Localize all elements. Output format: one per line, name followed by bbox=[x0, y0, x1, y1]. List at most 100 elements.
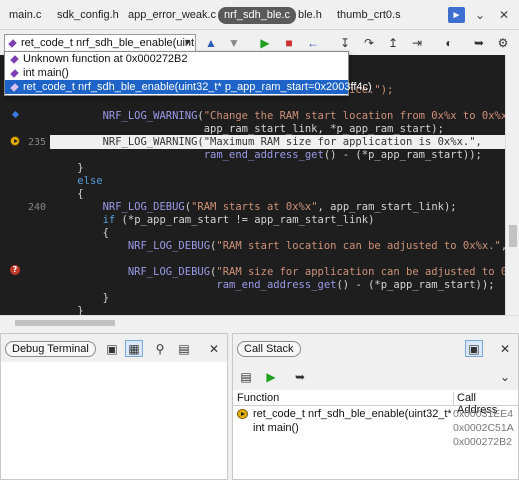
frame-function: ret_code_t nrf_sdh_ble_enable(uint32_t* … bbox=[253, 408, 451, 420]
column-header-call-address[interactable]: Call Address bbox=[453, 392, 518, 416]
chevron-down-icon[interactable]: ⌄ bbox=[496, 368, 514, 385]
step-over-icon[interactable]: ↷ bbox=[360, 35, 378, 51]
scrollbar-thumb[interactable] bbox=[509, 225, 517, 247]
tab-ble-h[interactable]: ble.h bbox=[298, 7, 322, 24]
code-text: } bbox=[52, 305, 84, 315]
options-icon[interactable]: ▤ bbox=[175, 340, 193, 357]
run-to-cursor-icon[interactable]: ⇥ bbox=[408, 35, 426, 51]
code-text: app_ram_start_link, *p_app_ram_start); bbox=[52, 123, 444, 136]
code-text: NRF_LOG_WARNING("Maximum RAM size for ap… bbox=[52, 136, 482, 149]
panel-title[interactable]: Debug Terminal bbox=[5, 341, 96, 357]
settings-icon[interactable]: ⚙ bbox=[494, 35, 512, 51]
step-out-icon[interactable]: ↥ bbox=[384, 35, 402, 51]
editor-vertical-scrollbar[interactable] bbox=[505, 55, 519, 315]
frame-function: int main() bbox=[253, 422, 299, 434]
code-token: NRF_LOG_DEBUG bbox=[102, 201, 185, 213]
step-into-icon[interactable]: ↧ bbox=[336, 35, 354, 51]
function-select[interactable]: ret_code_t nrf_sdh_ble_enable(uint ▼ bbox=[4, 34, 196, 52]
go-to-icon[interactable]: ➥ bbox=[470, 35, 488, 51]
step-down-icon[interactable]: ▼ bbox=[225, 35, 243, 51]
step-up-icon[interactable]: ▲ bbox=[202, 35, 220, 51]
tab-nrf-sdh-ble-c[interactable]: nrf_sdh_ble.c bbox=[218, 7, 297, 24]
code-token: (*p_app_ram_start != app_ram_start_link) bbox=[115, 214, 375, 226]
function-icon bbox=[10, 68, 19, 78]
frame-address: 0x0002C51A bbox=[453, 422, 514, 434]
go-to-icon[interactable]: ➥ bbox=[291, 368, 309, 385]
call-stack-options-icon[interactable]: ▣ bbox=[465, 340, 483, 357]
dropdown-item[interactable]: int main() bbox=[5, 66, 348, 80]
function-icon bbox=[10, 82, 19, 92]
code-token: "RAM start location can be adjusted to 0… bbox=[216, 240, 501, 252]
column-header-function[interactable]: Function bbox=[237, 392, 279, 404]
function-icon bbox=[10, 54, 19, 64]
dropdown-item[interactable]: Unknown function at 0x000272B2 bbox=[5, 52, 348, 66]
frame-icon[interactable]: ▤ bbox=[237, 368, 255, 385]
editor-horizontal-scrollbar[interactable] bbox=[0, 315, 519, 329]
call-stack-row[interactable]: 0x000272B2 bbox=[233, 435, 518, 449]
code-token: if bbox=[102, 214, 116, 226]
error-icon: ? bbox=[10, 265, 20, 275]
code-token: { bbox=[52, 227, 109, 239]
code-text: NRF_LOG_WARNING("Change the RAM start lo… bbox=[52, 110, 505, 123]
chevron-down-icon[interactable]: ⌄ bbox=[470, 6, 490, 24]
line-number: 240 bbox=[27, 202, 46, 213]
code-text: NRF_LOG_DEBUG("RAM start location can be… bbox=[52, 240, 505, 253]
ide-window: main.c sdk_config.h app_error_weak.c nrf… bbox=[0, 0, 519, 480]
dropdown-item-label: ret_code_t nrf_sdh_ble_enable(uint32_t* … bbox=[23, 81, 372, 93]
line-number: 235 bbox=[27, 137, 46, 148]
call-stack-toolbar: ▤ ▶ ➥ ⌄ bbox=[233, 362, 518, 390]
run-icon[interactable]: ▶ bbox=[256, 35, 274, 51]
code-text: } bbox=[52, 162, 83, 175]
code-token: "RAM starts at 0x%x" bbox=[191, 201, 318, 213]
tab-main-c[interactable]: main.c bbox=[9, 7, 41, 24]
filter-icon[interactable]: ▦ bbox=[125, 340, 143, 357]
close-icon[interactable]: ✕ bbox=[205, 340, 223, 357]
function-icon bbox=[8, 38, 17, 48]
code-token: NRF_LOG_WARNING("Maximum RAM size for ap… bbox=[52, 136, 482, 148]
close-icon[interactable]: ✕ bbox=[496, 340, 514, 357]
scrollbar-thumb[interactable] bbox=[15, 320, 115, 326]
call-stack-panel: Call Stack ▣ ✕ ▤ ▶ ➥ ⌄ Function Call Add… bbox=[232, 333, 519, 480]
panel-header: Call Stack ▣ ✕ bbox=[233, 334, 518, 362]
clear-icon[interactable]: ▣ bbox=[103, 340, 121, 357]
code-text: ram_end_address_get() - (*p_app_ram_star… bbox=[52, 149, 482, 162]
code-text: { bbox=[52, 188, 83, 201]
stop-icon[interactable]: ■ bbox=[280, 35, 298, 51]
dropdown-item-selected[interactable]: ret_code_t nrf_sdh_ble_enable(uint32_t* … bbox=[5, 80, 372, 94]
code-token: "Change the RAM start location from 0x%x… bbox=[203, 110, 505, 122]
code-token: } bbox=[52, 292, 109, 304]
panel-header: Debug Terminal ▣ ▦ ⚲ ▤ ✕ bbox=[1, 334, 227, 362]
editor-tab-bar: main.c sdk_config.h app_error_weak.c nrf… bbox=[0, 0, 519, 30]
dropdown-item-label: Unknown function at 0x000272B2 bbox=[23, 53, 188, 65]
call-stack-row[interactable]: ret_code_t nrf_sdh_ble_enable(uint32_t* … bbox=[233, 407, 518, 421]
find-icon[interactable]: ⚲ bbox=[151, 340, 169, 357]
tab-overflow-icon[interactable]: ► bbox=[448, 7, 465, 23]
code-token: ram_end_address_get bbox=[216, 279, 337, 291]
code-text: { bbox=[52, 227, 109, 240]
call-stack-header: Function Call Address bbox=[233, 391, 518, 416]
current-line-arrow-icon bbox=[10, 136, 20, 146]
watch-glasses-icon[interactable]: ◐ bbox=[440, 35, 458, 51]
frame-address: 0x000272B2 bbox=[453, 436, 512, 448]
close-icon[interactable]: ✕ bbox=[494, 6, 514, 24]
tab-sdk-config-h[interactable]: sdk_config.h bbox=[57, 7, 119, 24]
chevron-down-icon: ▼ bbox=[183, 37, 192, 47]
run-icon[interactable]: ▶ bbox=[262, 368, 280, 385]
code-token: else bbox=[77, 175, 103, 187]
code-token: NRF_LOG_DEBUG bbox=[127, 266, 211, 278]
back-arrow-icon[interactable]: ← bbox=[304, 35, 322, 51]
code-text: NRF_LOG_DEBUG("RAM size for application … bbox=[52, 266, 505, 279]
current-frame-arrow-icon bbox=[237, 409, 248, 419]
code-token: } bbox=[52, 305, 84, 315]
tab-app-error-weak-c[interactable]: app_error_weak.c bbox=[128, 7, 216, 24]
code-token: ram_end_address_get bbox=[203, 149, 324, 161]
call-stack-row[interactable]: int main() 0x0002C51A bbox=[233, 421, 518, 435]
tab-thumb-crt0-s[interactable]: thumb_crt0.s bbox=[337, 7, 401, 24]
panel-title[interactable]: Call Stack bbox=[237, 341, 301, 357]
